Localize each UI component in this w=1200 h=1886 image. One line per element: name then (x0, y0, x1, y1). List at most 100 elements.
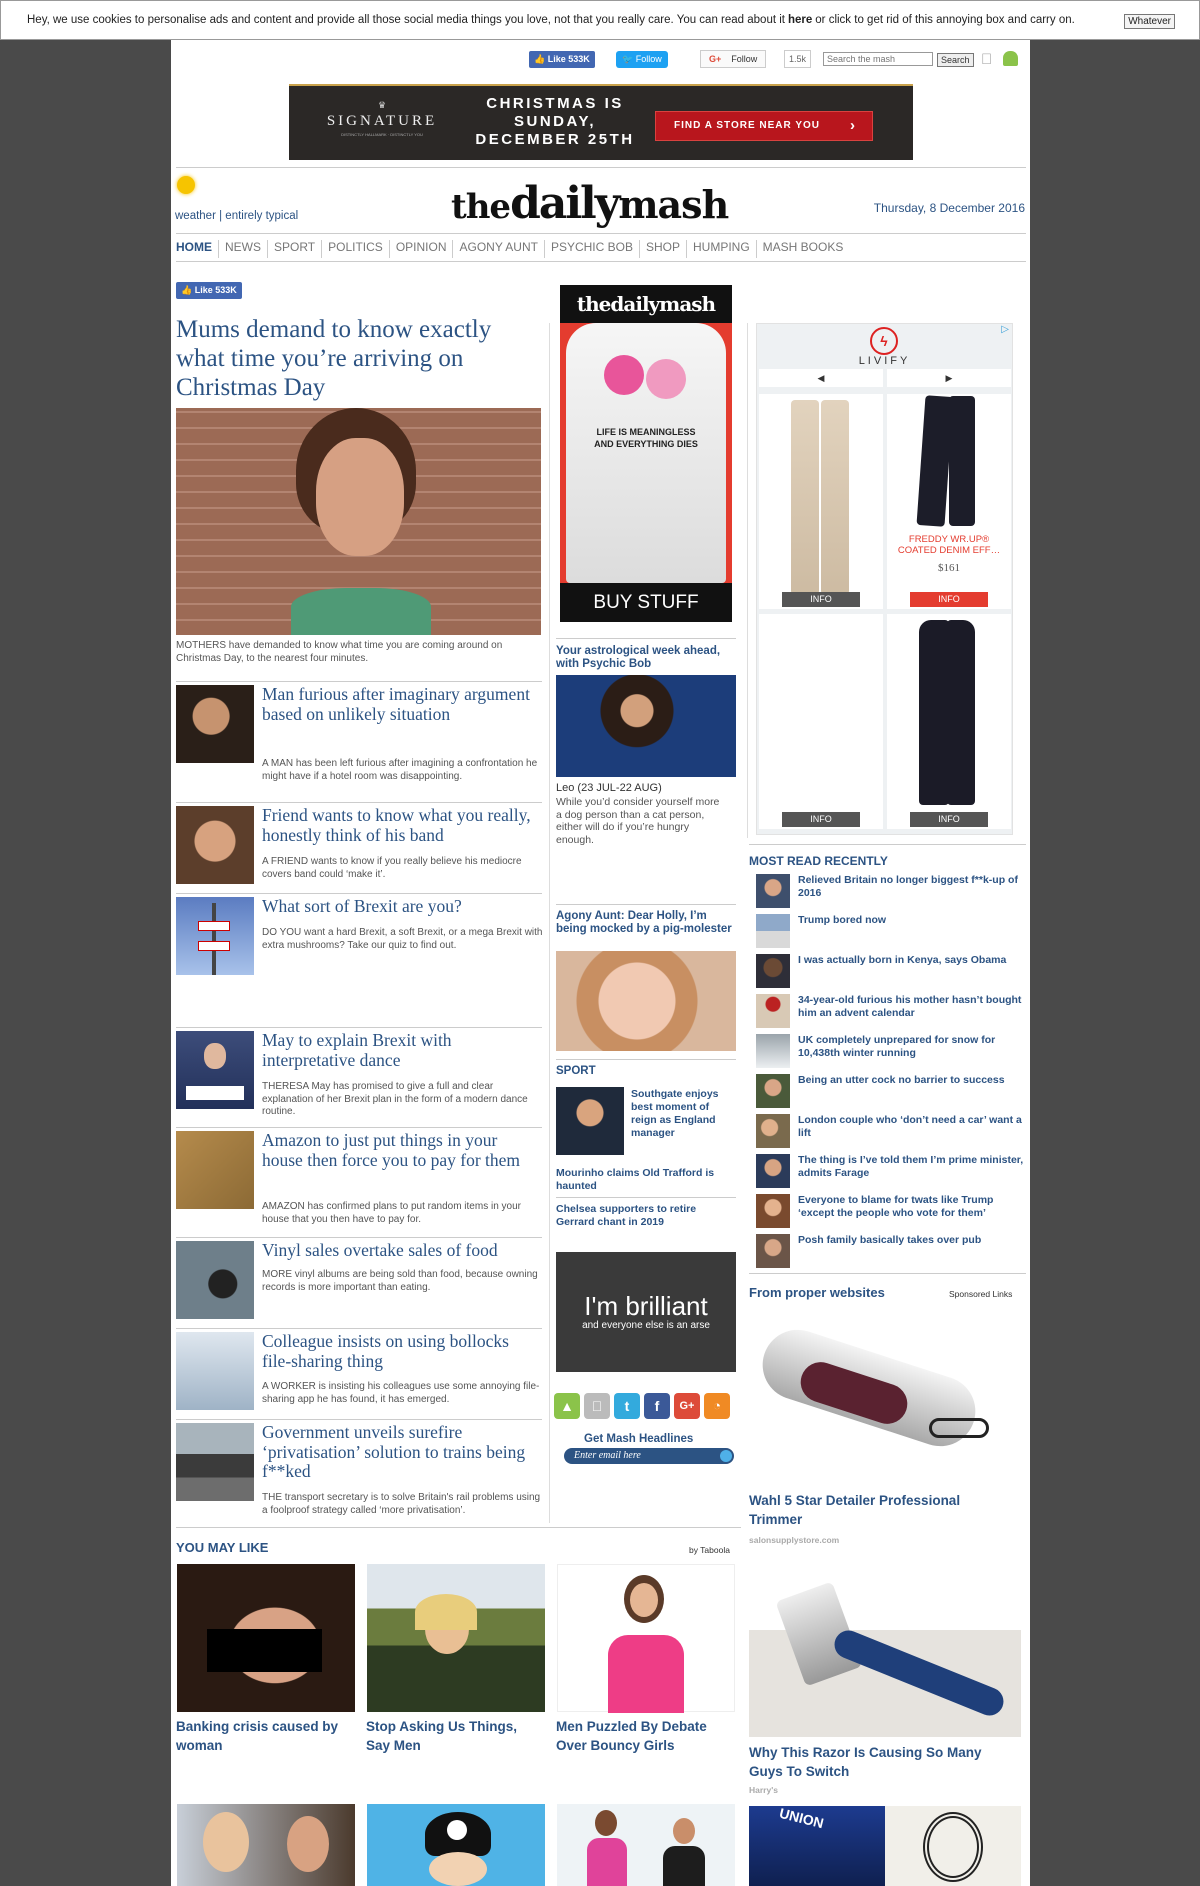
story-thumbnail[interactable] (176, 1131, 254, 1209)
submit-dot-icon[interactable] (720, 1450, 732, 1462)
most-read-thumbnail[interactable] (756, 1194, 790, 1228)
product-info-button[interactable]: INFO (782, 592, 860, 607)
sport-main-headline[interactable]: Southgate enjoys best moment of reign as… (631, 1088, 736, 1140)
lead-image[interactable] (176, 408, 541, 635)
sport-item-2[interactable]: Chelsea supporters to retire Gerrard cha… (556, 1203, 736, 1229)
story-title[interactable]: Friend wants to know what you really, ho… (262, 805, 542, 845)
apple-icon[interactable]:  (981, 51, 992, 68)
nav-sport[interactable]: SPORT (268, 240, 323, 258)
most-read-title[interactable]: Posh family basically takes over pub (798, 1234, 1028, 1247)
nav-humping[interactable]: HUMPING (687, 240, 757, 258)
most-read-item[interactable]: Posh family basically takes over pub (756, 1234, 1030, 1274)
agony-aunt-heading[interactable]: Agony Aunt: Dear Holly, I’m being mocked… (556, 910, 736, 935)
nav-mash-books[interactable]: MASH BOOKS (757, 240, 850, 258)
facebook-like-button[interactable]: 👍 Like 533K (529, 51, 595, 68)
story-title[interactable]: Government unveils surefire ‘privatisati… (262, 1422, 542, 1482)
product-info-button[interactable]: INFO (910, 812, 988, 827)
ad-choices-icon[interactable]: ▷ (1001, 324, 1009, 335)
product-card-2[interactable]: FREDDY WR.UP® COATED DENIM EFF… $161 INF… (887, 394, 1011, 609)
most-read-thumbnail[interactable] (756, 1114, 790, 1148)
story-thumbnail[interactable] (176, 1423, 254, 1501)
apple-icon[interactable]:  (584, 1393, 610, 1419)
story-title[interactable]: Colleague insists on using bollocks file… (262, 1331, 542, 1371)
story-thumbnail[interactable] (176, 897, 254, 975)
story-thumbnail[interactable] (176, 806, 254, 884)
product-info-button[interactable]: INFO (910, 592, 988, 607)
sport-label[interactable]: SPORT (556, 1065, 736, 1078)
most-read-item[interactable]: UK completely unprepared for snow for 10… (756, 1034, 1030, 1074)
email-signup-field[interactable]: Enter email here (564, 1448, 734, 1464)
find-store-button[interactable]: FIND A STORE NEAR YOU › (655, 111, 873, 141)
yml-item-5-image[interactable] (367, 1804, 545, 1886)
story-thumbnail[interactable] (176, 1241, 254, 1319)
weather-widget[interactable]: weather | entirely typical (175, 210, 298, 222)
proper-item-1-image[interactable] (749, 1320, 1021, 1483)
livify-ad[interactable]: ▷ ϟ LIVIFY ◀ ▶ INFO FREDDY WR.UP® COATED… (756, 323, 1013, 835)
most-read-item[interactable]: Relieved Britain no longer biggest f**k-… (756, 874, 1030, 914)
yml-item-4-image[interactable] (177, 1804, 355, 1886)
buy-stuff-button[interactable]: BUY STUFF (560, 583, 732, 622)
most-read-title[interactable]: Trump bored now (798, 914, 1028, 927)
yml-item-2-image[interactable] (367, 1564, 545, 1712)
story-thumbnail[interactable] (176, 1332, 254, 1410)
most-read-thumbnail[interactable] (756, 954, 790, 988)
agony-aunt-image[interactable] (556, 951, 736, 1051)
lead-facebook-like-button[interactable]: 👍 Like 533K (176, 282, 242, 299)
search-button[interactable]: Search (937, 53, 974, 67)
psychic-bob-image[interactable] (556, 675, 736, 777)
lead-headline[interactable]: Mums demand to know exactly what time yo… (176, 315, 546, 402)
most-read-thumbnail[interactable] (756, 874, 790, 908)
proper-item-2-title[interactable]: Why This Razor Is Causing So Many Guys T… (749, 1743, 999, 1781)
nav-shop[interactable]: SHOP (640, 240, 687, 258)
nav-opinion[interactable]: OPINION (390, 240, 454, 258)
story-title[interactable]: Amazon to just put things in your house … (262, 1130, 542, 1170)
most-read-title[interactable]: Being an utter cock no barrier to succes… (798, 1074, 1028, 1087)
most-read-title[interactable]: UK completely unprepared for snow for 10… (798, 1034, 1028, 1060)
rss-icon[interactable]: ◔ (704, 1393, 730, 1419)
search-input[interactable] (823, 52, 933, 66)
story-title[interactable]: What sort of Brexit are you? (262, 896, 542, 917)
most-read-thumbnail[interactable] (756, 1234, 790, 1268)
cookie-dismiss-button[interactable]: Whatever (1124, 14, 1175, 29)
proper-item-3-image[interactable]: UNION (749, 1805, 885, 1886)
most-read-title[interactable]: I was actually born in Kenya, says Obama (798, 954, 1028, 967)
shop-promo[interactable]: thedailymash LIFE IS MEANINGLESS AND EVE… (560, 285, 732, 622)
nav-home[interactable]: HOME (176, 240, 219, 258)
sport-thumbnail[interactable] (556, 1087, 624, 1155)
product-card-1[interactable]: INFO (759, 394, 883, 609)
most-read-thumbnail[interactable] (756, 1154, 790, 1188)
most-read-title[interactable]: The thing is I’ve told them I’m prime mi… (798, 1154, 1028, 1180)
most-read-thumbnail[interactable] (756, 1074, 790, 1108)
most-read-item[interactable]: 34-year-old furious his mother hasn’t bo… (756, 994, 1030, 1034)
product-card-4[interactable]: INFO (887, 614, 1011, 829)
carousel-next-button[interactable]: ▶ (887, 369, 1011, 387)
site-logo[interactable]: thedailymash (451, 178, 729, 229)
nav-psychic-bob[interactable]: PSYCHIC BOB (545, 240, 640, 258)
twitter-follow-button[interactable]: 🐦 Follow (616, 51, 668, 68)
taboola-attribution[interactable]: by Taboola (689, 1545, 730, 1555)
most-read-title[interactable]: 34-year-old furious his mother hasn’t bo… (798, 994, 1028, 1020)
proper-item-4-image[interactable] (885, 1806, 1021, 1886)
carousel-prev-button[interactable]: ◀ (759, 369, 883, 387)
story-thumbnail[interactable] (176, 1031, 254, 1109)
cookie-here-link[interactable]: here (788, 14, 812, 26)
psychic-heading[interactable]: Your astrological week ahead, with Psych… (556, 645, 736, 670)
twitter-icon[interactable]: t (614, 1393, 640, 1419)
most-read-item[interactable]: Everyone to blame for twats like Trump ‘… (756, 1194, 1030, 1234)
brilliant-promo[interactable]: I'm brilliant and everyone else is an ar… (556, 1252, 736, 1372)
most-read-thumbnail[interactable] (756, 994, 790, 1028)
most-read-item[interactable]: London couple who ‘don’t need a car’ wan… (756, 1114, 1030, 1154)
nav-news[interactable]: NEWS (219, 240, 268, 258)
yml-item-3-image[interactable] (557, 1564, 735, 1713)
sport-item-1[interactable]: Mourinho claims Old Trafford is haunted (556, 1167, 736, 1193)
google-plus-follow-button[interactable]: G+ Follow (700, 50, 767, 68)
nav-agony-aunt[interactable]: AGONY AUNT (453, 240, 545, 258)
android-icon[interactable] (1003, 51, 1018, 66)
most-read-thumbnail[interactable] (756, 914, 790, 948)
google-plus-icon[interactable]: G+ (674, 1393, 700, 1419)
yml-item-1-image[interactable] (177, 1564, 355, 1712)
story-title[interactable]: Vinyl sales overtake sales of food (262, 1240, 542, 1261)
most-read-item[interactable]: The thing is I’ve told them I’m prime mi… (756, 1154, 1030, 1194)
most-read-title[interactable]: London couple who ‘don’t need a car’ wan… (798, 1114, 1028, 1140)
christmas-banner-ad[interactable]: ♛ SIGNATURE DISTINCTLY HALLMARK · DISTIN… (289, 84, 913, 160)
